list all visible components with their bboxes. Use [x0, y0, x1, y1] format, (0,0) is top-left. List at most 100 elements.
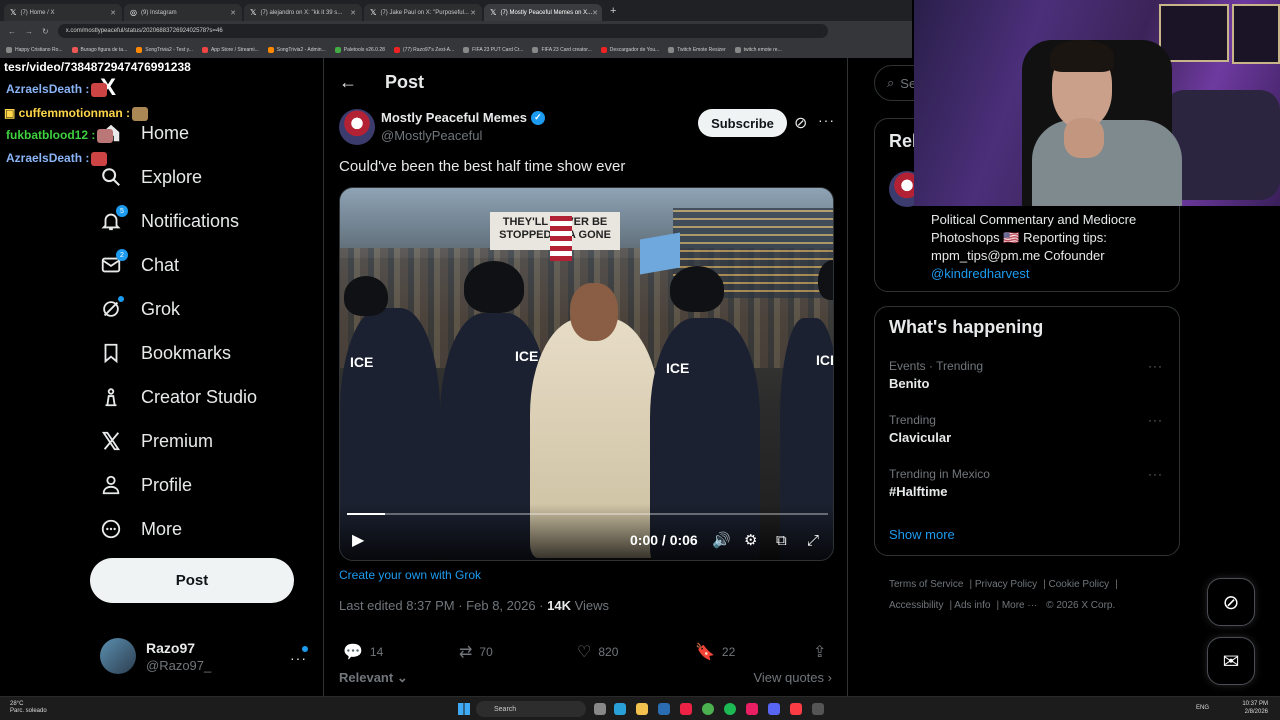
x-logo-icon: 𝕏 — [10, 8, 17, 17]
footer-link[interactable]: Accessibility — [889, 600, 943, 611]
footer-link[interactable]: Privacy Policy — [975, 579, 1037, 590]
close-icon[interactable]: ✕ — [230, 9, 236, 17]
grok-icon[interactable]: ⊘ — [794, 113, 807, 133]
author-name[interactable]: Mostly Peaceful Memes ✓ — [381, 110, 545, 125]
new-tab-button[interactable]: + — [610, 5, 616, 17]
video-scene-flag — [640, 232, 680, 275]
app-icon[interactable] — [746, 703, 758, 715]
view-quotes-link[interactable]: View quotes › — [753, 670, 832, 685]
bookmark-item[interactable]: Twitch Emote Resizer — [668, 46, 726, 53]
browser-tab[interactable]: ◎ (9) Instagram ✕ — [124, 4, 242, 21]
trend-item[interactable]: Trending in Mexico #Halftime ··· — [889, 467, 1169, 499]
nav-creator-studio[interactable]: Creator Studio — [100, 382, 257, 412]
bookmark-item[interactable]: (77) Razo97's Zest-A... — [393, 46, 454, 53]
close-icon[interactable]: ✕ — [350, 9, 356, 17]
more-icon[interactable]: ··· — [1148, 467, 1163, 481]
account-switcher[interactable]: Razo97 @Razo97_ — [100, 638, 211, 674]
more-icon[interactable]: ··· — [1148, 359, 1163, 373]
back-arrow-icon[interactable]: ← — [339, 72, 357, 93]
browser-tab[interactable]: 𝕏 (7) Home / X ✕ — [4, 4, 122, 21]
bookmark-item[interactable]: Burago figura de ta... — [71, 46, 127, 53]
spotify-icon[interactable] — [724, 703, 736, 715]
browser-tab[interactable]: 𝕏 (7) Jake Paul on X: "Purposeful... ✕ — [364, 4, 482, 21]
close-icon[interactable]: ✕ — [110, 9, 116, 17]
close-icon[interactable]: ✕ — [592, 9, 598, 17]
taskbar: 28°C Parc. soleado Search ENG 10:37 PM 2/8… — [0, 696, 1280, 720]
trend-item[interactable]: Trending Clavicular ··· — [889, 413, 1169, 445]
avatar — [100, 638, 136, 674]
search-icon — [100, 166, 122, 188]
more-icon[interactable]: ··· — [1148, 413, 1163, 427]
show-more-link[interactable]: Show more — [889, 527, 955, 542]
bookmark-item[interactable]: SongTrivia2 - Test y... — [136, 46, 193, 53]
footer-link[interactable]: Cookie Policy — [1049, 579, 1110, 590]
subscribe-button[interactable]: Subscribe — [698, 109, 787, 137]
bookmark-item[interactable]: Paletools v26.0.28 — [334, 46, 385, 53]
author-avatar[interactable] — [339, 109, 375, 145]
nav-notifications[interactable]: 5 Notifications — [100, 205, 239, 236]
settings-icon[interactable]: ⚙ — [744, 531, 757, 549]
nav-home[interactable]: Home — [100, 118, 189, 148]
nav-explore[interactable]: Explore — [100, 162, 202, 192]
edge-icon[interactable] — [614, 703, 626, 715]
author-handle[interactable]: @MostlyPeaceful — [381, 128, 482, 143]
app-icon[interactable] — [812, 703, 824, 715]
weather-widget[interactable]: 28°C Parc. soleado — [10, 701, 47, 715]
explorer-icon[interactable] — [636, 703, 648, 715]
forward-arrow-icon[interactable]: → — [25, 27, 33, 36]
task-view-icon[interactable] — [594, 703, 606, 715]
like-button[interactable]: ♡ 820 — [577, 642, 618, 662]
nav-grok[interactable]: Grok — [100, 294, 180, 324]
reload-icon[interactable]: ↻ — [42, 27, 49, 36]
post-button[interactable]: Post — [90, 558, 294, 603]
bookmark-item[interactable]: FIFA 23 PUT Card Cr... — [463, 46, 523, 53]
bookmark-item[interactable]: SongTrivia2 - Admin... — [267, 46, 326, 53]
create-with-grok-link[interactable]: Create your own with Grok — [339, 568, 481, 582]
nav-more[interactable]: More — [100, 514, 182, 544]
back-arrow-icon[interactable]: ← — [8, 27, 16, 36]
nav-profile[interactable]: Profile — [100, 470, 192, 500]
chrome-icon[interactable] — [702, 703, 714, 715]
browser-tab-active[interactable]: 𝕏 (7) Mostly Peaceful Memes on X... ✕ — [484, 4, 602, 21]
bio-link[interactable]: @kindredharvest — [931, 266, 1029, 281]
account-more-icon[interactable]: ··· — [290, 650, 307, 666]
messages-fab[interactable]: ✉ — [1207, 637, 1255, 685]
footer-link[interactable]: More ··· — [1002, 600, 1038, 611]
reply-button[interactable]: 💬 14 — [343, 642, 383, 662]
app-icon[interactable] — [680, 703, 692, 715]
video-player[interactable]: THEY'LL NEVER BE STOPPED FLA GONE ICE IC… — [339, 187, 834, 561]
trend-item[interactable]: Events · Trending Benito ··· — [889, 359, 1169, 391]
language-indicator[interactable]: ENG — [1196, 705, 1209, 711]
store-icon[interactable] — [658, 703, 670, 715]
bookmark-item[interactable]: FIFA 23 Card creator... — [532, 46, 592, 53]
nav-premium[interactable]: Premium — [100, 426, 213, 456]
bookmark-button[interactable]: 🔖 22 — [695, 642, 735, 662]
volume-icon[interactable]: 🔊 — [712, 531, 731, 549]
bookmark-item[interactable]: Happy Cristiano Ro... — [6, 46, 63, 53]
close-icon[interactable]: ✕ — [470, 9, 476, 17]
play-icon[interactable]: ▶ — [352, 530, 364, 550]
discord-icon[interactable] — [768, 703, 780, 715]
url-input[interactable]: x.com/mostlypeaceful/status/202068837269… — [57, 24, 828, 38]
footer-link[interactable]: Ads info — [954, 600, 990, 611]
clock[interactable]: 10:37 PM 2/8/2026 — [1242, 700, 1268, 716]
windows-start-icon[interactable] — [458, 703, 470, 715]
music-icon[interactable] — [790, 703, 802, 715]
repost-button[interactable]: ⇄ 70 — [459, 642, 493, 662]
video-progress-bar[interactable] — [347, 513, 828, 515]
bookmark-item[interactable]: Descargador de You... — [600, 46, 659, 53]
more-icon[interactable]: ··· — [818, 112, 835, 128]
nav-chat[interactable]: 2 Chat — [100, 249, 179, 280]
bookmark-item[interactable]: twitch emote re... — [734, 46, 782, 53]
share-button[interactable]: ⇪ — [813, 642, 833, 662]
taskbar-search[interactable]: Search — [476, 701, 586, 717]
grok-fab[interactable]: ⊘ — [1207, 578, 1255, 626]
nav-bookmarks[interactable]: Bookmarks — [100, 338, 231, 368]
footer-link[interactable]: Terms of Service — [889, 579, 963, 590]
post-actions: 💬 14 ⇄ 70 ♡ 820 🔖 22 ⇪ — [339, 642, 834, 662]
browser-tab[interactable]: 𝕏 (7) alejandro on X: "kk it 39 s... ✕ — [244, 4, 362, 21]
sort-relevant-dropdown[interactable]: Relevant ⌄ — [339, 670, 408, 686]
fullscreen-icon[interactable]: ⤢ — [807, 532, 819, 549]
pip-icon[interactable]: ⧉ — [776, 532, 787, 549]
bookmark-item[interactable]: App Store / Streami... — [201, 46, 259, 53]
